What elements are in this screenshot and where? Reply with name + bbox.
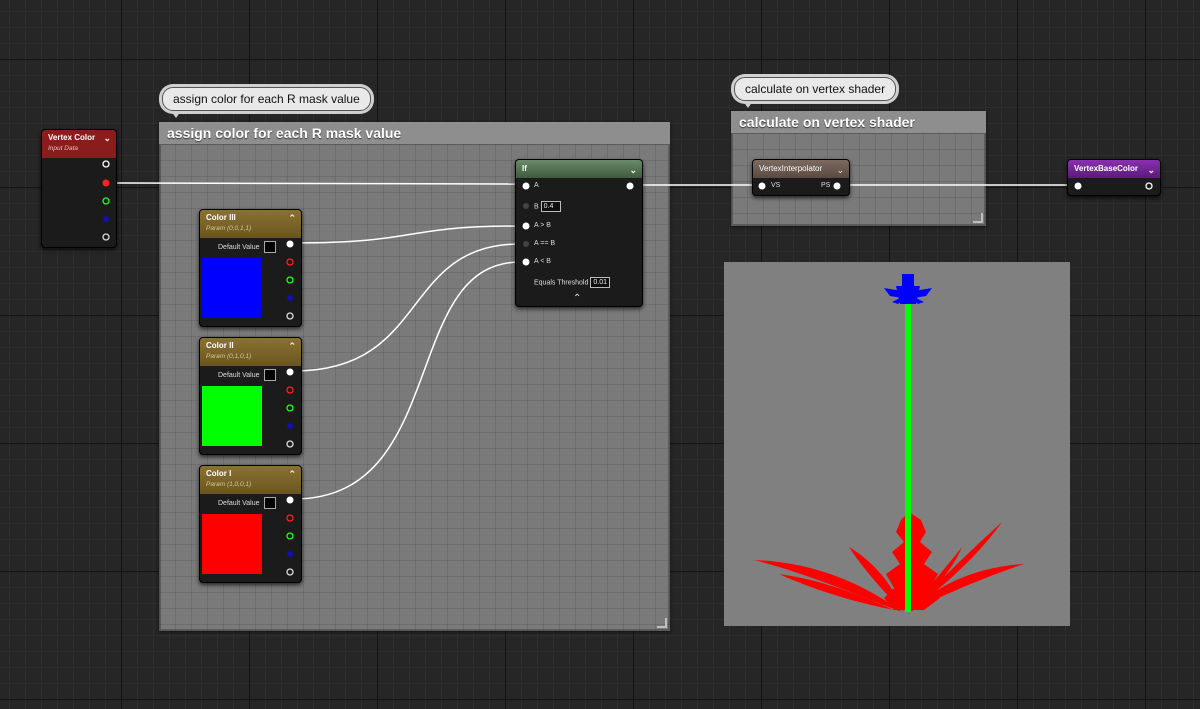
default-value-label: Default Value xyxy=(218,243,260,251)
node-subtitle: Param (1,0,0,1) xyxy=(206,481,252,488)
threshold-value-field[interactable]: 0.01 xyxy=(590,277,611,288)
default-value-label: Default Value xyxy=(218,499,260,507)
pin-label-vs: VS xyxy=(771,182,781,189)
default-value-label: Default Value xyxy=(218,371,260,379)
input-pin-a-gt-b[interactable] xyxy=(522,222,530,230)
node-subtitle: Param (0,1,0,1) xyxy=(206,353,252,360)
chevron-up-icon[interactable]: ⌃ xyxy=(288,213,296,224)
default-value-swatch[interactable] xyxy=(263,497,276,509)
color-preview-swatch xyxy=(202,514,262,574)
output-pin-ps[interactable] xyxy=(833,182,841,190)
pin-label-a: A xyxy=(534,182,539,189)
chevron-up-icon[interactable]: ⌃ xyxy=(288,341,296,352)
vertex-base-color-node[interactable]: VertexBaseColor ⌄ xyxy=(1067,159,1161,196)
node-header[interactable]: VertexBaseColor ⌄ xyxy=(1068,160,1160,178)
node-title: Vertex Color xyxy=(48,133,96,142)
output-pin-rgb[interactable] xyxy=(286,496,294,504)
color-preview-swatch xyxy=(202,386,262,446)
node-subtitle: Param (0,0,1,1) xyxy=(206,225,252,232)
output-pin[interactable] xyxy=(1145,182,1153,190)
chevron-down-icon[interactable]: ⌄ xyxy=(629,163,637,177)
wire-color2-to-if-aeqb xyxy=(293,243,521,372)
node-header[interactable]: Color II Param (0,1,0,1) ⌃ xyxy=(200,338,301,366)
output-pin-a[interactable] xyxy=(286,312,294,320)
node-subtitle: Input Data xyxy=(48,145,78,152)
plant-mesh-preview xyxy=(754,274,1024,612)
chevron-up-icon[interactable]: ⌃ xyxy=(288,469,296,480)
default-value-swatch[interactable] xyxy=(263,241,276,253)
output-pin-rgb[interactable] xyxy=(286,240,294,248)
threshold-label: Equals Threshold xyxy=(534,279,589,287)
output-pin-g[interactable] xyxy=(286,532,294,540)
node-title: If xyxy=(522,164,527,173)
output-pin-r[interactable] xyxy=(286,514,294,522)
node-title: Color III xyxy=(206,213,236,222)
pin-label-b: B xyxy=(534,203,539,211)
output-pin-r[interactable] xyxy=(286,386,294,394)
color1-param-node[interactable]: Color I Param (1,0,0,1) ⌃ Default Value xyxy=(199,465,302,583)
output-pin-a[interactable] xyxy=(102,233,110,241)
output-pin-b[interactable] xyxy=(102,215,110,223)
b-value-field[interactable]: 0.4 xyxy=(540,201,561,212)
output-pin-g[interactable] xyxy=(102,197,110,205)
node-title: Color I xyxy=(206,469,232,478)
output-pin-r[interactable] xyxy=(102,179,110,187)
pin-label-a-eq-b: A == B xyxy=(534,240,556,247)
input-pin[interactable] xyxy=(1074,182,1082,190)
chevron-down-icon[interactable]: ⌄ xyxy=(1147,163,1155,177)
red-leaves xyxy=(754,512,1024,612)
output-pin-r[interactable] xyxy=(286,258,294,266)
vertex-interpolator-node[interactable]: VertexInterpolator ⌄ VS PS xyxy=(752,159,850,196)
input-pin-a-lt-b[interactable] xyxy=(522,258,530,266)
color2-param-node[interactable]: Color II Param (0,1,0,1) ⌃ Default Value xyxy=(199,337,302,455)
pin-label-a-gt-b: A > B xyxy=(534,222,551,229)
node-header[interactable]: VertexInterpolator ⌄ xyxy=(753,160,849,178)
pin-label-ps: PS xyxy=(821,182,831,189)
input-pin-a[interactable] xyxy=(522,182,530,190)
output-pin-rgb[interactable] xyxy=(102,160,110,168)
node-header[interactable]: If ⌄ xyxy=(516,160,642,178)
node-header[interactable]: Color I Param (1,0,0,1) ⌃ xyxy=(200,466,301,494)
output-pin-b[interactable] xyxy=(286,550,294,558)
node-title: VertexInterpolator xyxy=(759,164,823,173)
wire-color1-to-if-altb xyxy=(293,261,521,500)
blue-flower xyxy=(884,274,932,304)
output-pin[interactable] xyxy=(626,182,634,190)
node-title: Color II xyxy=(206,341,234,350)
input-pin-a-eq-b[interactable] xyxy=(522,240,530,248)
node-header[interactable]: Vertex Color Input Data ⌄ xyxy=(42,130,116,158)
chevron-up-icon[interactable]: ⌃ xyxy=(573,293,581,304)
color3-param-node[interactable]: Color III Param (0,0,1,1) ⌃ Default Valu… xyxy=(199,209,302,327)
output-pin-a[interactable] xyxy=(286,440,294,448)
output-pin-b[interactable] xyxy=(286,422,294,430)
pin-label-a-lt-b: A < B xyxy=(534,258,551,265)
wire-vertexcolor-r-to-if-a xyxy=(105,182,521,185)
node-title: VertexBaseColor xyxy=(1074,164,1139,173)
input-pin-vs[interactable] xyxy=(758,182,766,190)
vertex-color-node[interactable]: Vertex Color Input Data ⌄ xyxy=(41,129,117,248)
output-pin-g[interactable] xyxy=(286,276,294,284)
node-header[interactable]: Color III Param (0,0,1,1) ⌃ xyxy=(200,210,301,238)
color-preview-swatch xyxy=(202,258,262,318)
output-pin-rgb[interactable] xyxy=(286,368,294,376)
chevron-down-icon[interactable]: ⌄ xyxy=(103,133,111,144)
output-pin-b[interactable] xyxy=(286,294,294,302)
input-pin-b[interactable] xyxy=(522,202,530,210)
output-pin-a[interactable] xyxy=(286,568,294,576)
default-value-swatch[interactable] xyxy=(263,369,276,381)
if-node[interactable]: If ⌄ A B 0.4 A > B A == B A < B Equals Th… xyxy=(515,159,643,307)
green-stem xyxy=(905,304,911,612)
output-pin-g[interactable] xyxy=(286,404,294,412)
wire-color3-to-if-agtb xyxy=(293,225,521,244)
chevron-down-icon[interactable]: ⌄ xyxy=(836,163,844,177)
mesh-preview-viewport[interactable] xyxy=(724,262,1070,626)
